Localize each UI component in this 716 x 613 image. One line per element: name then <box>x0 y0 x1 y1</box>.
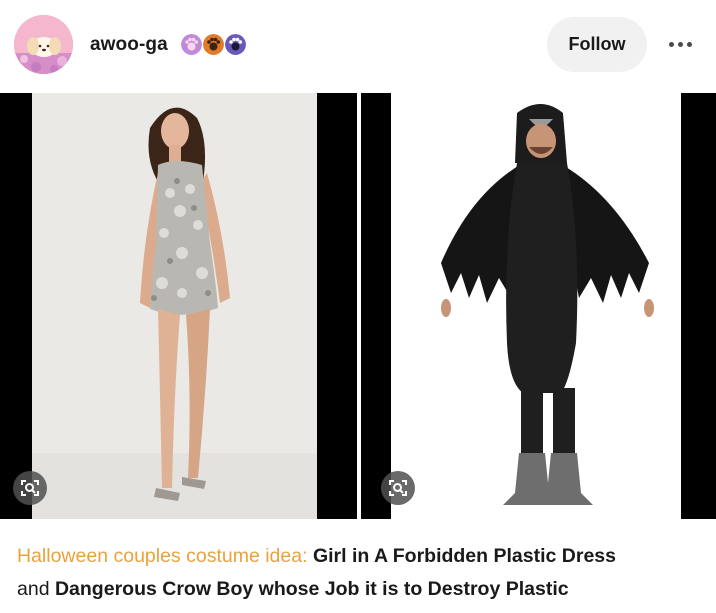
paw-badge-icon <box>203 34 224 55</box>
pawprint-badge-icon <box>225 34 246 55</box>
more-options-icon[interactable] <box>660 30 700 58</box>
sequin-dress-photo <box>32 93 317 519</box>
post-card: awoo-ga Follow Halloween couples costume… <box>0 0 716 613</box>
caption-bold-part1: Girl in A Forbidden Plastic Dress <box>312 545 616 567</box>
image-tile-right[interactable] <box>361 93 716 519</box>
dot <box>686 41 692 47</box>
crow-costume-photo <box>391 93 681 519</box>
dot <box>668 41 674 47</box>
caption-prefix: Halloween couples costume idea: <box>17 545 308 567</box>
visual-search-icon[interactable] <box>13 471 47 505</box>
username[interactable]: awoo-ga <box>90 34 168 56</box>
post-caption: Halloween couples costume idea: Girl in … <box>17 540 707 606</box>
dot <box>677 41 683 47</box>
user-badges <box>181 34 246 55</box>
caption-bold-part2: Dangerous Crow Boy whose Job it is to De… <box>54 578 569 600</box>
visual-search-icon[interactable] <box>381 471 415 505</box>
image-tile-left[interactable] <box>0 93 357 519</box>
caption-joiner: and <box>17 578 50 600</box>
follow-button[interactable]: Follow <box>547 17 647 72</box>
post-header: awoo-ga Follow <box>0 0 716 92</box>
avatar-image <box>14 15 73 74</box>
paw-badge-icon <box>181 34 202 55</box>
avatar[interactable] <box>14 15 73 74</box>
